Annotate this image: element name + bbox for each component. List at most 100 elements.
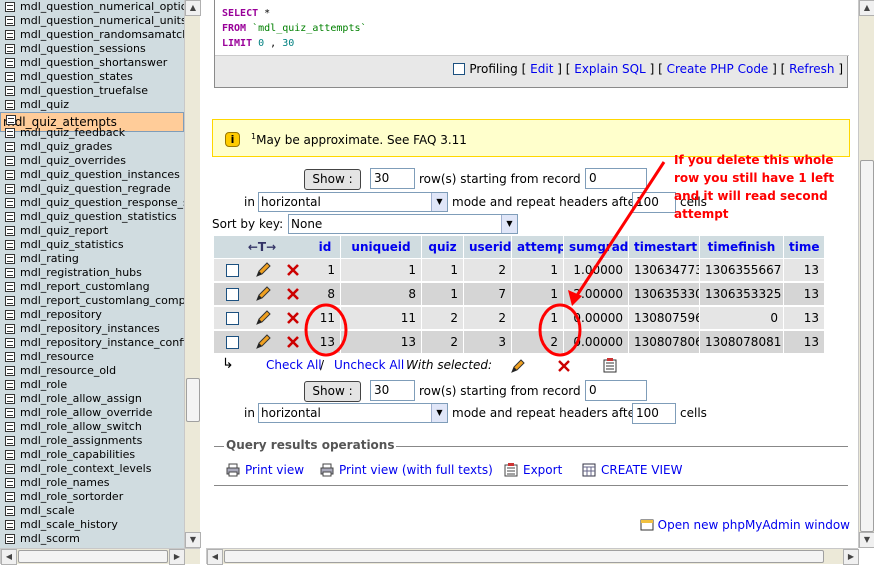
column-header[interactable]: userid [464,236,511,258]
sidebar-table-item[interactable]: mdl_question_shortanswer [0,56,184,70]
sidebar-table-item[interactable]: mdl_scorm [0,532,184,546]
sidebar-horizontal-scrollbar[interactable]: ◀ ▶ [0,548,200,565]
column-header[interactable]: attempt [512,236,563,258]
edit-pencil-icon[interactable] [254,261,272,279]
column-arrows[interactable]: ←T→ [214,236,310,258]
scroll-thumb-horizontal[interactable] [18,550,168,563]
sidebar-table-item[interactable]: mdl_role_sortorder [0,490,184,504]
edit-selected-pencil-icon[interactable] [510,358,526,374]
column-header[interactable]: id [310,236,340,258]
print-view-link[interactable]: Print view [226,463,304,477]
sidebar-table-item[interactable]: mdl_repository_instance_config [0,336,184,350]
sidebar-table-item[interactable]: mdl_rating [0,252,184,266]
sidebar-table-item[interactable]: mdl_question_truefalse [0,84,184,98]
scroll-right-button[interactable]: ▶ [169,549,185,565]
sidebar-table-item[interactable]: mdl_quiz_overrides [0,154,184,168]
scroll-thumb-horizontal[interactable] [224,550,824,563]
print-view-full-link[interactable]: Print view (with full texts) [320,463,493,477]
create-php-code-link[interactable]: Create PHP Code [667,62,769,76]
sidebar-table-item[interactable]: mdl_registration_hubs [0,266,184,280]
main-vertical-scrollbar[interactable]: ▲ ▼ [858,0,874,548]
row-checkbox[interactable] [226,288,239,301]
sort-key-select[interactable]: None ▼ [288,214,518,234]
sidebar-table-item[interactable]: mdl_scale_history [0,518,184,532]
column-header[interactable]: uniqueid [341,236,421,258]
sidebar-table-item[interactable]: mdl_role_allow_assign [0,392,184,406]
scroll-up-button[interactable]: ▲ [185,0,201,16]
sidebar-table-item[interactable]: mdl_question_randomsamatch [0,28,184,42]
start-record-input-bottom[interactable]: 0 [585,380,647,401]
scroll-left-button[interactable]: ◀ [207,549,223,565]
uncheck-all-link[interactable]: Uncheck All [334,358,404,372]
sidebar-table-item[interactable]: mdl_role_context_levels [0,462,184,476]
repeat-headers-input[interactable]: 100 [632,192,676,213]
create-view-link[interactable]: CREATE VIEW [582,463,683,477]
edit-pencil-icon[interactable] [254,309,272,327]
scroll-left-button[interactable]: ◀ [1,549,17,565]
display-mode-select-bottom[interactable]: horizontal ▼ [258,403,448,423]
scroll-down-button[interactable]: ▼ [859,532,874,548]
sidebar-table-item[interactable]: mdl_quiz_question_statistics [0,210,184,224]
sidebar-table-item[interactable]: mdl_quiz_question_regrade [0,182,184,196]
scroll-down-button[interactable]: ▼ [185,532,201,548]
column-header[interactable]: timestart [629,236,699,258]
refresh-link[interactable]: Refresh [789,62,834,76]
column-header[interactable]: quiz [422,236,463,258]
row-checkbox[interactable] [226,336,239,349]
column-header[interactable]: sumgrades [564,236,628,258]
sidebar-table-item[interactable]: mdl_report_customlang [0,280,184,294]
repeat-headers-input-bottom[interactable]: 100 [632,403,676,424]
row-checkbox[interactable] [226,312,239,325]
sidebar-vertical-scrollbar[interactable]: ▲ ▼ [184,0,201,548]
sidebar-table-item[interactable]: mdl_role_capabilities [0,448,184,462]
profiling-checkbox[interactable] [453,63,466,75]
scroll-right-button[interactable]: ▶ [843,549,859,565]
sidebar-table-item[interactable]: mdl_quiz_question_instances [0,168,184,182]
open-new-window-link[interactable]: Open new phpMyAdmin window [640,518,850,532]
sidebar-table-item[interactable]: mdl_role_assignments [0,434,184,448]
rows-input[interactable]: 30 [370,168,415,189]
sidebar-table-item[interactable]: mdl_question_numerical_options [0,0,184,14]
sidebar-table-item[interactable]: mdl_question_states [0,70,184,84]
main-horizontal-scrollbar[interactable]: ◀ ▶ [206,548,859,565]
sidebar-table-item[interactable]: mdl_quiz_feedback [0,126,184,140]
display-mode-select[interactable]: horizontal ▼ [258,192,448,212]
sidebar-table-item[interactable]: mdl_question_numerical_units [0,14,184,28]
delete-icon[interactable] [284,333,302,351]
show-button-bottom[interactable]: Show : [304,381,361,402]
delete-icon[interactable] [284,261,302,279]
column-header[interactable]: time [784,236,824,258]
export-link[interactable]: Export [504,463,562,477]
edit-link[interactable]: Edit [530,62,553,76]
sidebar-table-item[interactable]: mdl_role [0,378,184,392]
check-all-link[interactable]: Check All [266,358,322,372]
sidebar-table-item[interactable]: mdl_role_names [0,476,184,490]
explain-sql-link[interactable]: Explain SQL [574,62,646,76]
sidebar-table-item[interactable]: mdl_quiz_statistics [0,238,184,252]
rows-input-bottom[interactable]: 30 [370,380,415,401]
sidebar-table-item[interactable]: mdl_role_allow_switch [0,420,184,434]
delete-selected-icon[interactable] [556,358,572,374]
scroll-thumb[interactable] [860,160,874,532]
sidebar-table-item[interactable]: mdl_question_sessions [0,42,184,56]
row-checkbox[interactable] [226,264,239,277]
scroll-thumb[interactable] [186,378,200,422]
edit-pencil-icon[interactable] [254,333,272,351]
sidebar-table-item[interactable]: mdl_scale [0,504,184,518]
scroll-up-button[interactable]: ▲ [859,0,874,16]
export-selected-icon[interactable] [602,358,618,374]
sidebar-table-item[interactable]: mdl_role_allow_override [0,406,184,420]
sidebar-table-item[interactable]: mdl_quiz [0,98,184,112]
show-button[interactable]: Show : [304,169,361,190]
sidebar-table-item[interactable]: mdl_repository [0,308,184,322]
sidebar-table-item[interactable]: mdl_report_customlang_compone [0,294,184,308]
delete-icon[interactable] [284,309,302,327]
sidebar-table-item[interactable]: mdl_quiz_question_response_sta [0,196,184,210]
sidebar-table-item[interactable]: mdl_repository_instances [0,322,184,336]
sidebar-table-item[interactable]: mdl_resource_old [0,364,184,378]
sidebar-table-item[interactable]: mdl_quiz_report [0,224,184,238]
delete-icon[interactable] [284,285,302,303]
column-header[interactable]: timefinish [700,236,783,258]
sidebar-table-item[interactable]: mdl_quiz_grades [0,140,184,154]
edit-pencil-icon[interactable] [254,285,272,303]
